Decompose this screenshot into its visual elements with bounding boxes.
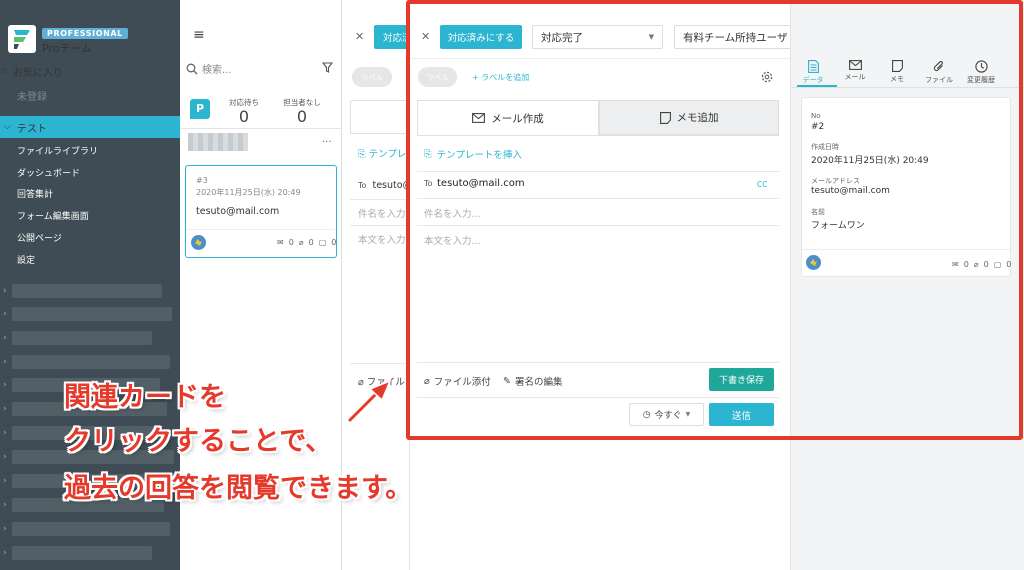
memo-icon: ▢ xyxy=(318,238,327,247)
chevron-right-icon: › xyxy=(3,476,7,486)
chevron-right-icon: › xyxy=(3,452,7,462)
divider xyxy=(186,229,335,230)
divider xyxy=(350,225,410,226)
mail-count: 0 xyxy=(288,238,294,247)
chevron-right-icon: › xyxy=(3,286,7,296)
search-icon xyxy=(186,63,198,74)
divider xyxy=(350,363,410,364)
arrow-icon xyxy=(346,378,394,424)
label-pill[interactable]: ラベル xyxy=(352,67,392,87)
star-icon: ☆ xyxy=(0,66,9,77)
card-number: #3 xyxy=(196,176,208,185)
count-waiting[interactable]: 対応待ち 0 xyxy=(219,97,269,126)
card-email: tesuto@mail.com xyxy=(196,206,280,217)
count-value: 0 xyxy=(238,107,250,126)
chevron-right-icon: › xyxy=(3,333,7,343)
chevron-right-icon: › xyxy=(3,309,7,319)
team-name[interactable]: Proチーム xyxy=(42,40,92,56)
sidebar-item-settings[interactable]: 設定 xyxy=(17,253,35,266)
favorites-empty-text: 未登録 xyxy=(17,92,47,103)
project-badge: P xyxy=(190,99,210,119)
blurred-nav-row[interactable]: › xyxy=(0,282,180,300)
blurred-nav-row[interactable]: › xyxy=(0,353,180,371)
blurred-nav-row[interactable]: › xyxy=(0,520,180,538)
chevron-right-icon: › xyxy=(3,357,7,367)
annotation-line-2: クリックすることで、 xyxy=(64,426,333,457)
clipboard-icon: ⎘ xyxy=(358,149,366,160)
sidebar-item-answer-summary[interactable]: 回答集計 xyxy=(17,187,53,200)
chevron-right-icon: › xyxy=(3,380,7,390)
app-logo[interactable] xyxy=(8,25,36,53)
card-counts: ✉ 0 ⌀ 0 ▢ 0 xyxy=(277,238,336,247)
favorites-header[interactable]: ☆ お気に入り xyxy=(0,64,63,79)
related-card[interactable]: #3 2020年11月25日(水) 20:49 tesuto@mail.com … xyxy=(185,165,337,258)
body-field-partial[interactable]: 本文を入力 xyxy=(358,232,406,246)
divider xyxy=(350,199,410,200)
to-field-partial[interactable]: To tesuto@ xyxy=(358,180,412,191)
sidebar-item-public-page[interactable]: 公開ページ xyxy=(17,231,62,244)
chevron-right-icon: › xyxy=(3,500,7,510)
memo-count: 0 xyxy=(331,238,337,247)
blurred-nav-row[interactable]: › xyxy=(0,305,180,323)
annotation-line-3: 過去の回答を閲覧できます。 xyxy=(64,473,413,504)
to-label: To xyxy=(358,181,367,190)
chevron-right-icon: › xyxy=(3,428,7,438)
mail-icon: ✉ xyxy=(277,238,284,247)
paperclip-icon: ⌀ xyxy=(298,238,304,247)
sidebar-section-test[interactable]: ⌵ テスト xyxy=(0,116,180,138)
chevron-right-icon: › xyxy=(3,524,7,534)
close-icon[interactable]: ✕ xyxy=(355,30,364,43)
menu-icon[interactable]: ≡ xyxy=(193,27,205,43)
subject-field-partial[interactable]: 件名を入力 xyxy=(358,206,406,220)
count-value: 0 xyxy=(296,107,308,126)
blurred-nav-row[interactable]: › xyxy=(0,329,180,347)
chevron-right-icon: › xyxy=(3,548,7,558)
divider xyxy=(180,128,342,129)
sidebar-item-file-library[interactable]: ファイルライブラリ xyxy=(17,144,98,157)
blurred-group-name xyxy=(188,133,248,151)
sidebar-item-dashboard[interactable]: ダッシュボード xyxy=(17,166,80,179)
plan-badge: PROFESSIONAL xyxy=(42,28,128,39)
file-count: 0 xyxy=(308,238,314,247)
sidebar-section-label: テスト xyxy=(16,123,47,135)
tab-partial[interactable] xyxy=(350,100,410,134)
chevron-right-icon: › xyxy=(3,404,7,414)
highlight-frame xyxy=(406,0,1023,440)
search-input[interactable]: 検索... xyxy=(202,61,232,76)
more-icon[interactable]: ··· xyxy=(322,137,332,148)
sidebar-item-form-editor[interactable]: フォーム編集画面 xyxy=(17,209,89,222)
search-box[interactable]: 検索... xyxy=(186,61,336,76)
count-unassigned[interactable]: 担当者なし 0 xyxy=(277,97,327,126)
chevron-down-icon: ⌵ xyxy=(4,122,11,132)
blurred-nav-row[interactable]: › xyxy=(0,544,180,562)
mark-done-button-partial[interactable]: 対応済 xyxy=(374,25,410,49)
avatar xyxy=(191,235,206,250)
card-datetime: 2020年11月25日(水) 20:49 xyxy=(196,188,301,197)
annotation-line-1: 関連カードを xyxy=(64,382,226,413)
filter-icon[interactable] xyxy=(322,62,333,73)
favorites-label: お気に入り xyxy=(12,68,63,79)
